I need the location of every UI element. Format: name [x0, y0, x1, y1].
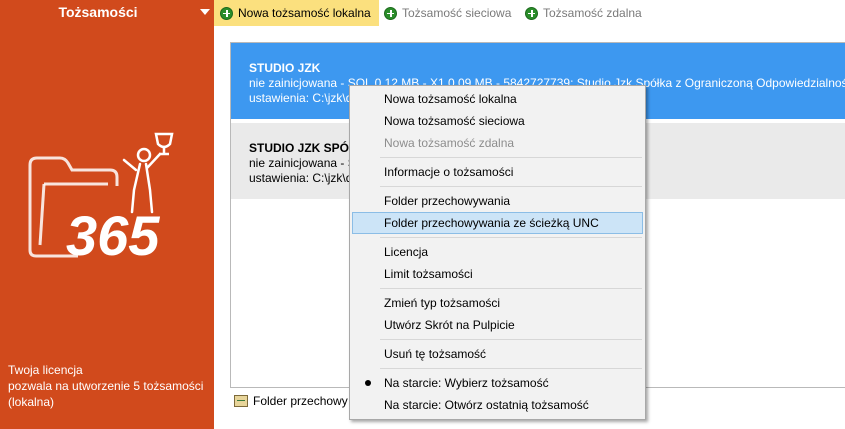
menu-item-shortcut[interactable]: Utwórz Skrót na Pulpicie: [352, 314, 643, 336]
menu-item-startup-choose-label: Na starcie: Wybierz tożsamość: [384, 376, 549, 390]
folder-icon: [234, 395, 248, 407]
menu-item-startup-choose[interactable]: Na starcie: Wybierz tożsamość: [352, 372, 643, 394]
menu-item-delete[interactable]: Usuń tę tożsamość: [352, 343, 643, 365]
menu-item-new-remote: Nowa tożsamość zdalna: [384, 136, 515, 150]
menu-separator: [380, 288, 642, 289]
logo-text: 365: [66, 204, 160, 267]
storage-folder-link[interactable]: Folder przechowy: [234, 390, 348, 412]
new-local-identity-button[interactable]: Nowa tożsamość lokalna: [214, 0, 379, 26]
menu-item-new-network[interactable]: Nowa tożsamość sieciowa: [352, 110, 643, 132]
new-local-identity-label: Nowa tożsamość lokalna: [238, 6, 371, 20]
remote-identity-button[interactable]: Tożsamość zdalna: [519, 0, 649, 26]
chevron-down-icon[interactable]: [200, 9, 210, 15]
menu-item-startup-last[interactable]: Na starcie: Otwórz ostatnią tożsamość: [352, 394, 643, 416]
context-menu: Nowa tożsamość lokalna Nowa tożsamość si…: [349, 85, 646, 420]
add-icon: [220, 6, 233, 20]
menu-separator: [380, 237, 642, 238]
menu-separator: [380, 157, 642, 158]
menu-item-storage-folder-unc[interactable]: Folder przechowywania ze ścieżką UNC: [352, 212, 643, 234]
menu-separator: [380, 186, 642, 187]
network-identity-label: Tożsamość sieciowa: [402, 6, 512, 20]
menu-item-new-local[interactable]: Nowa tożsamość lokalna: [352, 88, 643, 110]
sidebar-header[interactable]: Tożsamości: [0, 0, 214, 26]
left-panel: Tożsamości 365 Twoja licencja pozwala na…: [0, 0, 214, 429]
menu-item-storage-folder[interactable]: Folder przechowywania: [352, 190, 643, 212]
logo-365-icon: 365: [28, 132, 174, 267]
network-identity-button[interactable]: Tożsamość sieciowa: [378, 0, 518, 26]
identity-name: STUDIO JZK: [249, 61, 321, 75]
license-line3: (lokalna): [8, 395, 55, 409]
radio-bullet-icon: [365, 380, 371, 386]
menu-separator: [380, 368, 642, 369]
license-line2: pozwala na utworzenie 5 tożsamości: [8, 379, 204, 393]
add-icon: [384, 6, 397, 20]
toolbar: Nowa tożsamość lokalna Tożsamość sieciow…: [214, 0, 845, 26]
sidebar-title: Tożsamości: [58, 4, 138, 20]
menu-item-change-type[interactable]: Zmień typ tożsamości: [352, 292, 643, 314]
license-line1: Twoja licencja: [8, 363, 83, 377]
menu-separator: [380, 339, 642, 340]
remote-identity-label: Tożsamość zdalna: [543, 6, 642, 20]
storage-folder-label: Folder przechowy: [253, 394, 348, 408]
menu-item-license[interactable]: Licencja: [352, 241, 643, 263]
menu-item-info[interactable]: Informacje o tożsamości: [352, 161, 643, 183]
menu-item-limit[interactable]: Limit tożsamości: [352, 263, 643, 285]
license-info: Twoja licencja pozwala na utworzenie 5 t…: [8, 362, 203, 410]
add-icon: [525, 6, 538, 20]
